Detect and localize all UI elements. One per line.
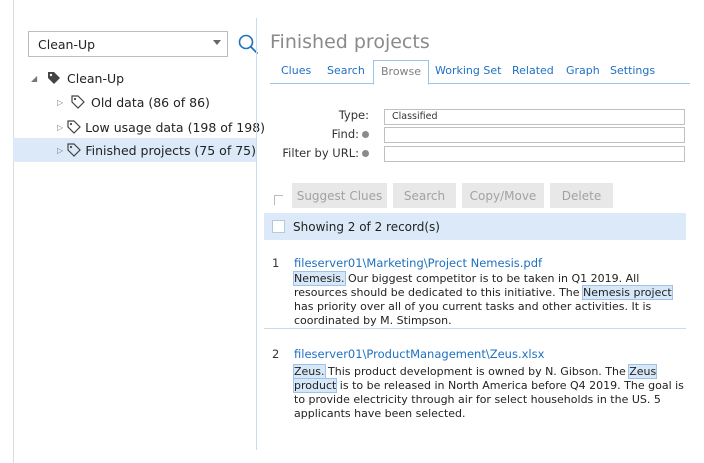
tag-icon: [67, 120, 82, 134]
filter-url-label: Filter by URL:: [282, 146, 359, 160]
filter-url-input[interactable]: [384, 146, 685, 162]
find-label: Find:: [331, 127, 359, 141]
panel-divider[interactable]: [256, 18, 257, 450]
select-all-checkbox[interactable]: [272, 220, 285, 233]
results-count: Showing 2 of 2 record(s): [293, 219, 440, 234]
collapse-triangle-icon[interactable]: ◢: [31, 74, 41, 83]
search-hit-highlight: Nemesis.: [293, 271, 346, 286]
chevron-down-icon: [213, 40, 221, 45]
tab-settings[interactable]: Settings: [610, 62, 655, 84]
search-hit-highlight: Nemesis project: [582, 285, 673, 300]
tree-panel: Clean-Up ◢ Clean-Up ▷ Old data (86 of 86…: [13, 0, 265, 463]
record-number: 2: [272, 347, 280, 361]
type-field[interactable]: Classified: [384, 109, 685, 125]
find-input[interactable]: [384, 127, 685, 143]
tab-related[interactable]: Related: [512, 62, 554, 84]
workspace-dropdown[interactable]: Clean-Up: [28, 31, 228, 57]
record-link[interactable]: fileserver01\Marketing\Project Nemesis.p…: [294, 256, 542, 270]
suggest-clues-button[interactable]: Suggest Clues: [292, 183, 387, 208]
record-number: 1: [272, 256, 280, 270]
tree-item-label: Clean-Up: [67, 70, 125, 86]
type-label: Type:: [338, 108, 369, 122]
tag-icon: [71, 95, 87, 109]
record-divider: [264, 328, 686, 329]
tab-browse[interactable]: Browse: [373, 60, 430, 85]
tree-item-old-data[interactable]: ▷ Old data (86 of 86): [57, 90, 253, 114]
page-title: Finished projects: [270, 31, 430, 53]
tag-filled-icon: [47, 71, 63, 85]
search-button[interactable]: Search: [393, 183, 456, 208]
workspace-dropdown-value: Clean-Up: [38, 36, 96, 52]
delete-button[interactable]: Delete: [550, 183, 613, 208]
snippet-text: is to be released in North America befor…: [294, 379, 684, 420]
tree-item-low-usage-data[interactable]: ▷ Low usage data (198 of 198): [57, 115, 265, 139]
tag-icon: [67, 143, 82, 157]
tab-clues[interactable]: Clues: [281, 62, 311, 84]
tree-item-label: Finished projects (75 of 75): [85, 142, 256, 158]
snippet-text: has priority over all of you current tas…: [294, 300, 652, 327]
tab-working-set[interactable]: Working Set: [435, 62, 501, 84]
snippet-text: This product development is owned by N. …: [324, 365, 630, 378]
expand-triangle-icon[interactable]: ▷: [57, 98, 67, 107]
info-icon[interactable]: [362, 150, 369, 157]
tab-search[interactable]: Search: [327, 62, 365, 84]
selection-bracket-icon: [274, 195, 283, 205]
search-hit-highlight: Zeus.: [293, 364, 326, 379]
expand-triangle-icon[interactable]: ▷: [57, 146, 63, 155]
tree-item-label: Old data (86 of 86): [91, 94, 210, 110]
url-label-row: Filter by URL:: [269, 146, 369, 160]
tab-graph[interactable]: Graph: [566, 62, 600, 84]
record-snippet: Nemesis. Our biggest competitor is to be…: [293, 271, 690, 328]
record-link[interactable]: fileserver01\ProductManagement\Zeus.xlsx: [294, 347, 544, 361]
expand-triangle-icon[interactable]: ▷: [57, 123, 63, 132]
tree-item-label: Low usage data (198 of 198): [85, 119, 266, 135]
copy-move-button[interactable]: Copy/Move: [462, 183, 544, 208]
tab-bar: Clues Search Browse Working Set Related …: [270, 60, 690, 85]
tree-item-finished-projects[interactable]: ▷ Finished projects (75 of 75): [13, 138, 256, 162]
info-icon[interactable]: [362, 131, 369, 138]
find-label-row: Find:: [269, 127, 369, 141]
results-header: Showing 2 of 2 record(s): [264, 213, 686, 240]
record-snippet: Zeus. This product development is owned …: [292, 364, 690, 421]
tree-item-clean-up[interactable]: ◢ Clean-Up: [31, 66, 251, 90]
